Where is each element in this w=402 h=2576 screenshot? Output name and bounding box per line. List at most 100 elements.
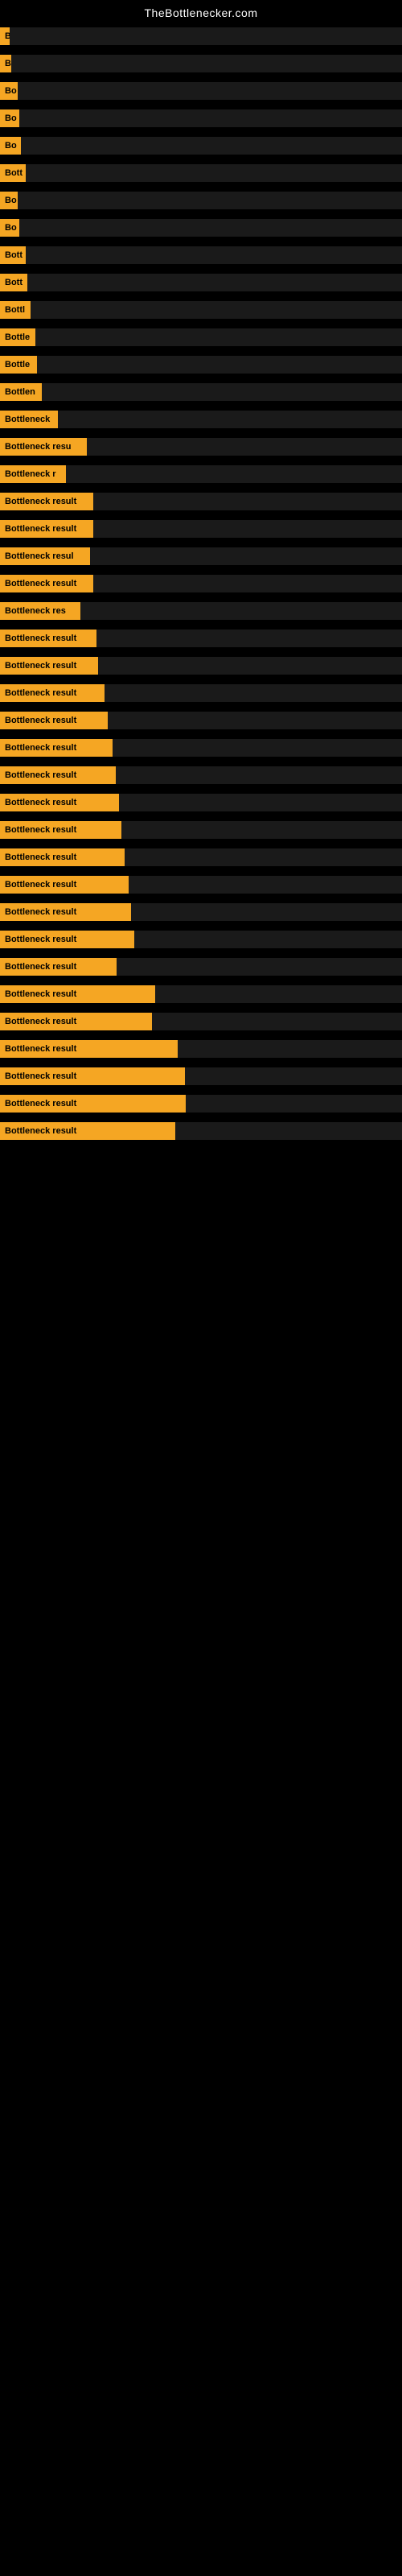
bar-background — [185, 1067, 402, 1085]
bar-label: Bottleneck result — [0, 712, 108, 729]
bar-background — [10, 27, 402, 45]
bar-label: Bottleneck result — [0, 848, 125, 866]
bar-label: Bo — [0, 82, 18, 100]
bar-label: B — [0, 27, 10, 45]
bar-label: Bo — [0, 192, 18, 209]
bar-background — [186, 1095, 402, 1113]
bar-label: Bott — [0, 246, 26, 264]
bar-background — [96, 630, 402, 647]
bar-row: Bottleneck result — [0, 707, 402, 734]
bar-background — [119, 794, 402, 811]
bar-row: Bottleneck result — [0, 953, 402, 980]
bar-background — [125, 848, 402, 866]
bar-label: Bo — [0, 137, 21, 155]
bar-row: Bottleneck result — [0, 844, 402, 871]
bar-background — [155, 985, 402, 1003]
bar-background — [42, 383, 402, 401]
bar-background — [113, 739, 402, 757]
bar-row: Bottleneck r — [0, 460, 402, 488]
bar-label: Bottleneck result — [0, 1013, 152, 1030]
bar-label: Bottleneck result — [0, 1122, 175, 1140]
bar-label: Bottleneck r — [0, 465, 66, 483]
bar-label: Bott — [0, 164, 26, 182]
bar-row: Bottleneck — [0, 406, 402, 433]
bar-background — [93, 575, 402, 592]
bar-label: Bottleneck result — [0, 766, 116, 784]
bar-row: Bottleneck result — [0, 679, 402, 707]
bar-label: Bottle — [0, 356, 37, 374]
bar-row: Bottleneck result — [0, 1090, 402, 1117]
bar-background — [58, 411, 402, 428]
bar-row: Bottleneck result — [0, 570, 402, 597]
bar-label: Bo — [0, 219, 19, 237]
bar-row: Bottleneck result — [0, 926, 402, 953]
bar-label: Bottleneck — [0, 411, 58, 428]
bar-row: Bottlen — [0, 378, 402, 406]
bar-row: Bottleneck result — [0, 1008, 402, 1035]
bar-background — [117, 958, 402, 976]
bar-label: Bottleneck result — [0, 821, 121, 839]
bar-row: Bottleneck result — [0, 515, 402, 543]
bar-row: Bo — [0, 187, 402, 214]
bar-row: Bottleneck result — [0, 898, 402, 926]
bar-row: Bo — [0, 132, 402, 159]
bar-background — [98, 657, 402, 675]
bar-background — [37, 356, 402, 374]
bar-label: Bottleneck result — [0, 630, 96, 647]
bar-background — [93, 493, 402, 510]
bar-row: Bottleneck result — [0, 980, 402, 1008]
bar-label: Bottleneck result — [0, 958, 117, 976]
bar-label: B — [0, 55, 11, 72]
bar-label: Bottleneck result — [0, 657, 98, 675]
bar-row: Bottleneck result — [0, 1035, 402, 1063]
bar-background — [19, 219, 402, 237]
bar-background — [35, 328, 402, 346]
bar-row: Bottleneck result — [0, 816, 402, 844]
bar-label: Bottleneck result — [0, 739, 113, 757]
bar-background — [152, 1013, 402, 1030]
bar-background — [178, 1040, 402, 1058]
bar-label: Bottleneck result — [0, 684, 105, 702]
bar-row: Bottleneck res — [0, 597, 402, 625]
bar-background — [87, 438, 402, 456]
bar-background — [90, 547, 402, 565]
bar-label: Bottleneck result — [0, 903, 131, 921]
bar-background — [18, 82, 402, 100]
bar-row: Bo — [0, 105, 402, 132]
bar-background — [105, 684, 402, 702]
bar-background — [93, 520, 402, 538]
bar-row: Bottle — [0, 324, 402, 351]
bar-background — [31, 301, 402, 319]
bar-row: Bottleneck result — [0, 1063, 402, 1090]
bar-row: Bottleneck result — [0, 1117, 402, 1145]
bar-label: Bottleneck res — [0, 602, 80, 620]
bar-background — [19, 109, 402, 127]
bar-row: Bottle — [0, 351, 402, 378]
bar-row: Bottleneck result — [0, 871, 402, 898]
bar-background — [26, 246, 402, 264]
bar-background — [11, 55, 402, 72]
bar-row: Bo — [0, 214, 402, 242]
bar-background — [108, 712, 402, 729]
bar-label: Bottleneck resu — [0, 438, 87, 456]
bar-row: Bott — [0, 242, 402, 269]
bar-row: Bottleneck result — [0, 625, 402, 652]
bar-label: Bottleneck result — [0, 520, 93, 538]
bar-background — [80, 602, 402, 620]
bar-row: B — [0, 23, 402, 50]
bar-label: Bottleneck result — [0, 931, 134, 948]
bar-label: Bottleneck result — [0, 794, 119, 811]
bar-row: Bott — [0, 269, 402, 296]
bar-row: Bottleneck result — [0, 652, 402, 679]
bar-label: Bottleneck resul — [0, 547, 90, 565]
bar-label: Bottleneck result — [0, 876, 129, 894]
bar-background — [129, 876, 402, 894]
bar-row: Bottleneck result — [0, 789, 402, 816]
bar-background — [134, 931, 402, 948]
bar-row: Bottleneck result — [0, 488, 402, 515]
bar-label: Bottleneck result — [0, 1040, 178, 1058]
bar-row: Bottleneck resu — [0, 433, 402, 460]
bar-row: Bott — [0, 159, 402, 187]
bar-background — [116, 766, 402, 784]
site-title: TheBottlenecker.com — [0, 0, 402, 23]
